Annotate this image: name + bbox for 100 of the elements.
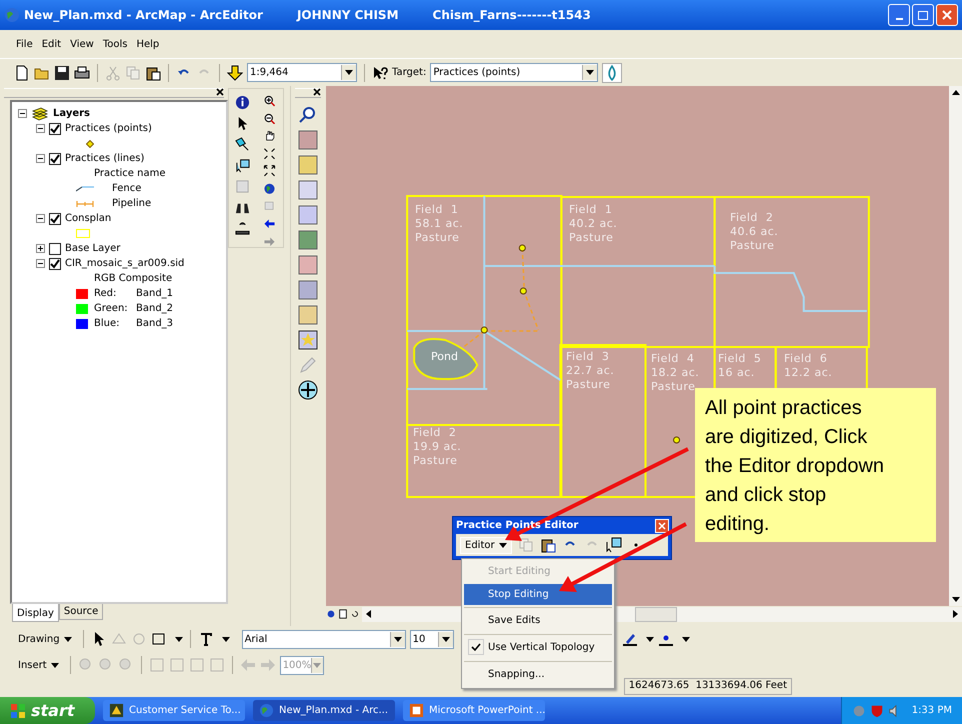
image-tile-icon[interactable] <box>298 130 318 150</box>
expand-toggle[interactable] <box>36 154 45 163</box>
font-dropdown[interactable]: Arial <box>242 630 406 648</box>
layer-checkbox[interactable] <box>49 258 61 270</box>
edit-tool-icon[interactable] <box>235 137 250 152</box>
expand-toggle[interactable] <box>36 214 45 223</box>
image-tile-icon[interactable] <box>298 180 318 200</box>
globe-icon[interactable] <box>262 182 277 194</box>
close-button[interactable] <box>655 518 669 532</box>
clock: 1:33 PM <box>912 705 952 716</box>
water-drop-icon[interactable] <box>602 62 622 82</box>
copy-icon[interactable] <box>518 537 534 553</box>
scroll-up-icon[interactable] <box>952 90 960 95</box>
taskbar-button[interactable]: New_Plan.mxd - Arc... <box>253 700 395 721</box>
menu-item[interactable]: Tools <box>102 38 128 50</box>
layer-name[interactable]: Practices (points) <box>65 123 152 134</box>
field-label: 40.2 ac. <box>569 217 618 231</box>
polygon-symbol <box>76 229 90 238</box>
expand-toggle[interactable] <box>36 259 45 268</box>
measure-icon[interactable] <box>235 221 250 236</box>
shrink-icon[interactable] <box>262 148 277 160</box>
expand-toggle[interactable] <box>36 124 45 133</box>
image-tile-icon[interactable] <box>298 305 318 325</box>
practice-point <box>673 436 680 444</box>
drawing-menu-button[interactable]: Drawing <box>14 634 76 644</box>
layer-checkbox[interactable] <box>49 242 61 254</box>
caret-icon <box>586 70 594 75</box>
caret-icon[interactable] <box>646 636 654 642</box>
menu-item[interactable]: Edit <box>42 38 62 50</box>
zoom-in-icon[interactable] <box>262 95 277 107</box>
back-arrow-icon[interactable] <box>262 218 277 230</box>
start-button[interactable]: start <box>0 697 95 724</box>
expand-icon[interactable] <box>262 165 277 177</box>
collapse-toggle[interactable] <box>18 109 27 118</box>
menu-item[interactable]: Snapping... <box>464 661 612 686</box>
image-tile-icon[interactable] <box>298 155 318 175</box>
crosshair-icon[interactable] <box>298 380 318 400</box>
taskbar-button[interactable]: Customer Service To... <box>103 700 245 721</box>
scrollbar-thumb[interactable] <box>635 606 677 622</box>
layer-checkbox[interactable] <box>49 212 61 224</box>
restore-button[interactable] <box>912 4 934 26</box>
data-view-icon[interactable] <box>326 609 336 619</box>
menu-item[interactable]: Save Edits <box>464 607 612 632</box>
image-tile-icon[interactable] <box>298 255 318 275</box>
legend-label: Fence <box>112 183 142 194</box>
practice-point <box>520 288 527 294</box>
print-icon[interactable] <box>74 64 90 80</box>
caret-icon[interactable] <box>174 636 183 642</box>
new-document-icon[interactable] <box>14 64 30 80</box>
menu-item[interactable]: Stop Editing <box>464 584 612 605</box>
image-tile-icon[interactable] <box>298 205 318 225</box>
close-button[interactable] <box>936 4 958 26</box>
layer-name[interactable]: Consplan <box>65 213 112 224</box>
editor-dropdown-button[interactable]: Editor <box>460 536 512 554</box>
scroll-right-icon[interactable] <box>953 610 958 618</box>
menu-item[interactable]: View <box>70 38 94 50</box>
close-icon[interactable] <box>216 88 224 96</box>
rectangle-tool-icon[interactable] <box>150 631 167 647</box>
vertical-scrollbar[interactable] <box>949 86 962 606</box>
image-tile-icon[interactable] <box>298 230 318 250</box>
pointer-help-icon[interactable] <box>372 64 388 80</box>
insert-menu-button[interactable]: Insert <box>14 660 63 670</box>
menu-item[interactable]: File <box>16 38 33 50</box>
image-tile-icon[interactable] <box>298 280 318 300</box>
layer-name[interactable]: CIR_mosaic_s_ar009.sid <box>65 258 184 269</box>
refresh-icon[interactable] <box>350 609 360 619</box>
save-icon[interactable] <box>54 64 70 80</box>
menu-item[interactable]: Help <box>136 38 160 50</box>
panel-tab[interactable]: Display <box>12 604 59 622</box>
target-dropdown[interactable]: Practices (points) <box>430 63 598 82</box>
scale-dropdown[interactable]: 1:9,464 <box>247 63 357 82</box>
paste-icon[interactable] <box>540 537 556 553</box>
select-feature-icon[interactable] <box>235 158 250 173</box>
line-color-icon[interactable] <box>622 631 638 647</box>
caret-icon[interactable] <box>682 636 690 642</box>
paste-icon[interactable] <box>145 64 161 80</box>
star-tile-icon[interactable] <box>298 330 318 350</box>
globe-icon <box>259 703 274 718</box>
add-data-icon[interactable] <box>227 64 243 80</box>
info-icon[interactable] <box>235 95 250 110</box>
scroll-down-icon[interactable] <box>952 597 960 602</box>
panel-tab[interactable]: Source <box>58 604 104 620</box>
layer-checkbox[interactable] <box>49 152 61 164</box>
expand-toggle[interactable] <box>36 244 45 253</box>
layer-name[interactable]: Base Layer <box>65 243 120 254</box>
sketch-tool-icon[interactable] <box>606 537 622 553</box>
close-icon[interactable] <box>313 88 321 96</box>
layer-group-label[interactable]: Layers <box>53 108 90 119</box>
menu-item[interactable]: Use Vertical Topology <box>464 634 612 659</box>
magnifier-icon[interactable] <box>298 105 318 125</box>
minimize-button[interactable] <box>888 4 910 26</box>
pond <box>413 338 478 380</box>
layout-view-icon[interactable] <box>338 609 348 619</box>
font-size-dropdown[interactable]: 10 <box>410 630 454 648</box>
caret-icon[interactable] <box>222 636 230 642</box>
layer-checkbox[interactable] <box>49 122 61 134</box>
taskbar-button[interactable]: Microsoft PowerPoint ... <box>403 700 545 721</box>
scroll-left-icon[interactable] <box>366 610 371 618</box>
zoom-out-icon[interactable] <box>262 112 277 124</box>
layer-name[interactable]: Practices (lines) <box>65 153 144 164</box>
